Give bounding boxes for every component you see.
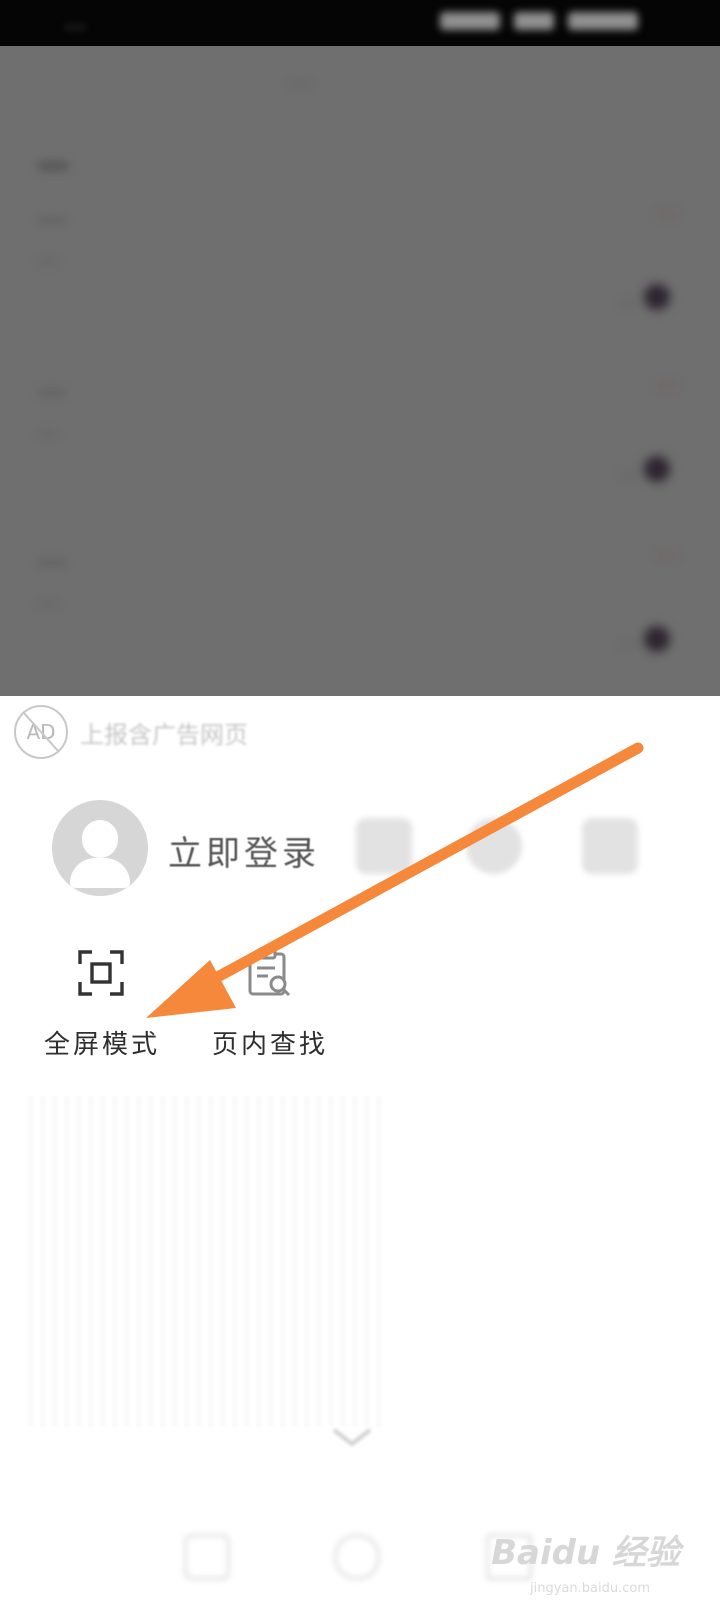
news-avatar-icon [644,284,670,310]
news-desc: … [38,416,58,440]
login-button[interactable]: 立即登录 [168,826,320,875]
ad-report-label: 上报含广告网页 [80,720,248,749]
quick-action-icon[interactable] [356,818,412,874]
hot-section-title: … [38,142,68,177]
status-time: … [64,10,86,35]
page-top-title: … [290,66,310,90]
quick-action-icon[interactable] [466,818,522,874]
system-navigation-bar: Baidu 经验 jingyan.baidu.com [0,1504,720,1600]
news-meta: … [620,630,638,651]
ad-badge-label: AD [26,720,56,744]
news-avatar-icon [644,456,670,482]
ad-report-row[interactable]: AD 上报含广告网页 [14,704,248,760]
ad-block-icon: AD [14,705,68,759]
news-desc: … [38,586,58,610]
find-in-page-label: 页内查找 [211,1030,328,1060]
nav-home-icon[interactable] [334,1534,380,1580]
news-tag: … [656,538,678,563]
nav-recent-icon[interactable] [184,1534,230,1580]
news-title: … [38,538,66,571]
news-title: … [38,368,66,401]
news-title: … [38,196,66,229]
blurred-background-artifact [28,1096,388,1426]
quick-action-icon[interactable] [582,818,638,874]
news-item: … … … … [38,538,678,688]
news-item: … … … … [38,368,678,518]
baidu-watermark: Baidu 经验 [491,1533,680,1573]
dimmed-page-background[interactable]: … … … … … … … … … … … … … … [0,46,720,696]
news-avatar-icon [644,626,670,652]
fullscreen-icon [78,950,124,996]
fullscreen-mode-button[interactable]: 全屏模式 [32,946,172,1066]
fullscreen-mode-label: 全屏模式 [43,1030,160,1060]
news-tag: … [656,368,678,393]
bottom-menu-sheet: AD 上报含广告网页 立即登录 全屏模式 页内查找 Baidu 经验 jingy… [0,696,720,1600]
news-tag: … [656,196,678,221]
status-bar: … [0,0,720,46]
chevron-down-icon[interactable] [330,1426,374,1450]
news-desc: … [38,244,58,268]
find-in-page-icon [248,947,291,997]
news-item: … … … … [38,196,678,346]
baidu-watermark-url: jingyan.baidu.com [530,1581,650,1596]
news-meta: … [620,460,638,481]
user-avatar-icon[interactable] [52,800,148,896]
find-in-page-button[interactable]: 页内查找 [200,946,340,1066]
status-icons [440,12,650,32]
news-meta: … [620,288,638,309]
